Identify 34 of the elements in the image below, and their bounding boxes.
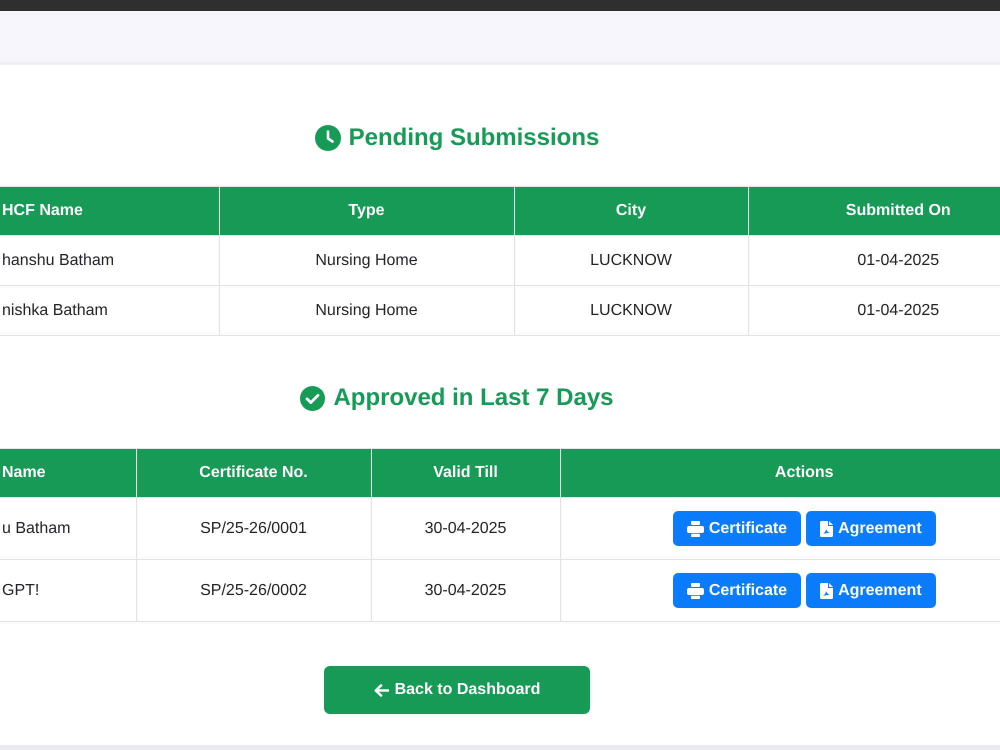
agreement-button[interactable]: Agreement [806,511,936,546]
table-cell: LUCKNOW [514,236,748,286]
column-header: Valid Till [371,448,560,498]
column-header: Certificate No. [136,448,371,498]
arrow-left-icon [374,684,389,696]
printer-icon [686,582,704,598]
certificate-button[interactable]: Certificate [672,511,802,546]
pdf-file-icon [820,520,834,536]
column-header: Submitted On [748,186,1000,236]
column-header: HCF Name [0,186,219,236]
column-header: City [514,186,748,236]
column-header: Actions [560,448,1000,498]
table-cell: SP/25-26/0002 [136,560,371,622]
table-cell: 30-04-2025 [371,498,560,560]
table-cell: nishka Batham [0,286,219,336]
table-cell: LUCKNOW [514,286,748,336]
section-title: Approved in Last 7 Days [333,383,614,413]
table-cell: u Batham [0,498,136,560]
pdf-file-icon [820,582,834,598]
column-header: Name [0,448,136,498]
check-circle-icon [300,386,326,410]
printer-icon [686,520,704,536]
clock-icon [314,125,341,151]
agreement-button[interactable]: Agreement [806,573,936,608]
table-cell: SP/25-26/0001 [136,498,371,560]
table-cell: 30-04-2025 [371,560,560,622]
certificate-button[interactable]: Certificate [672,573,802,608]
table-cell: GPT! [0,560,136,622]
column-header: Type [219,186,514,236]
back-to-dashboard-button[interactable]: Back to Dashboard [324,666,590,714]
section-title: Pending Submissions [348,123,600,153]
table-cell: hanshu Batham [0,236,219,286]
table-cell: Nursing Home [219,286,514,336]
table-cell: Nursing Home [219,236,514,286]
